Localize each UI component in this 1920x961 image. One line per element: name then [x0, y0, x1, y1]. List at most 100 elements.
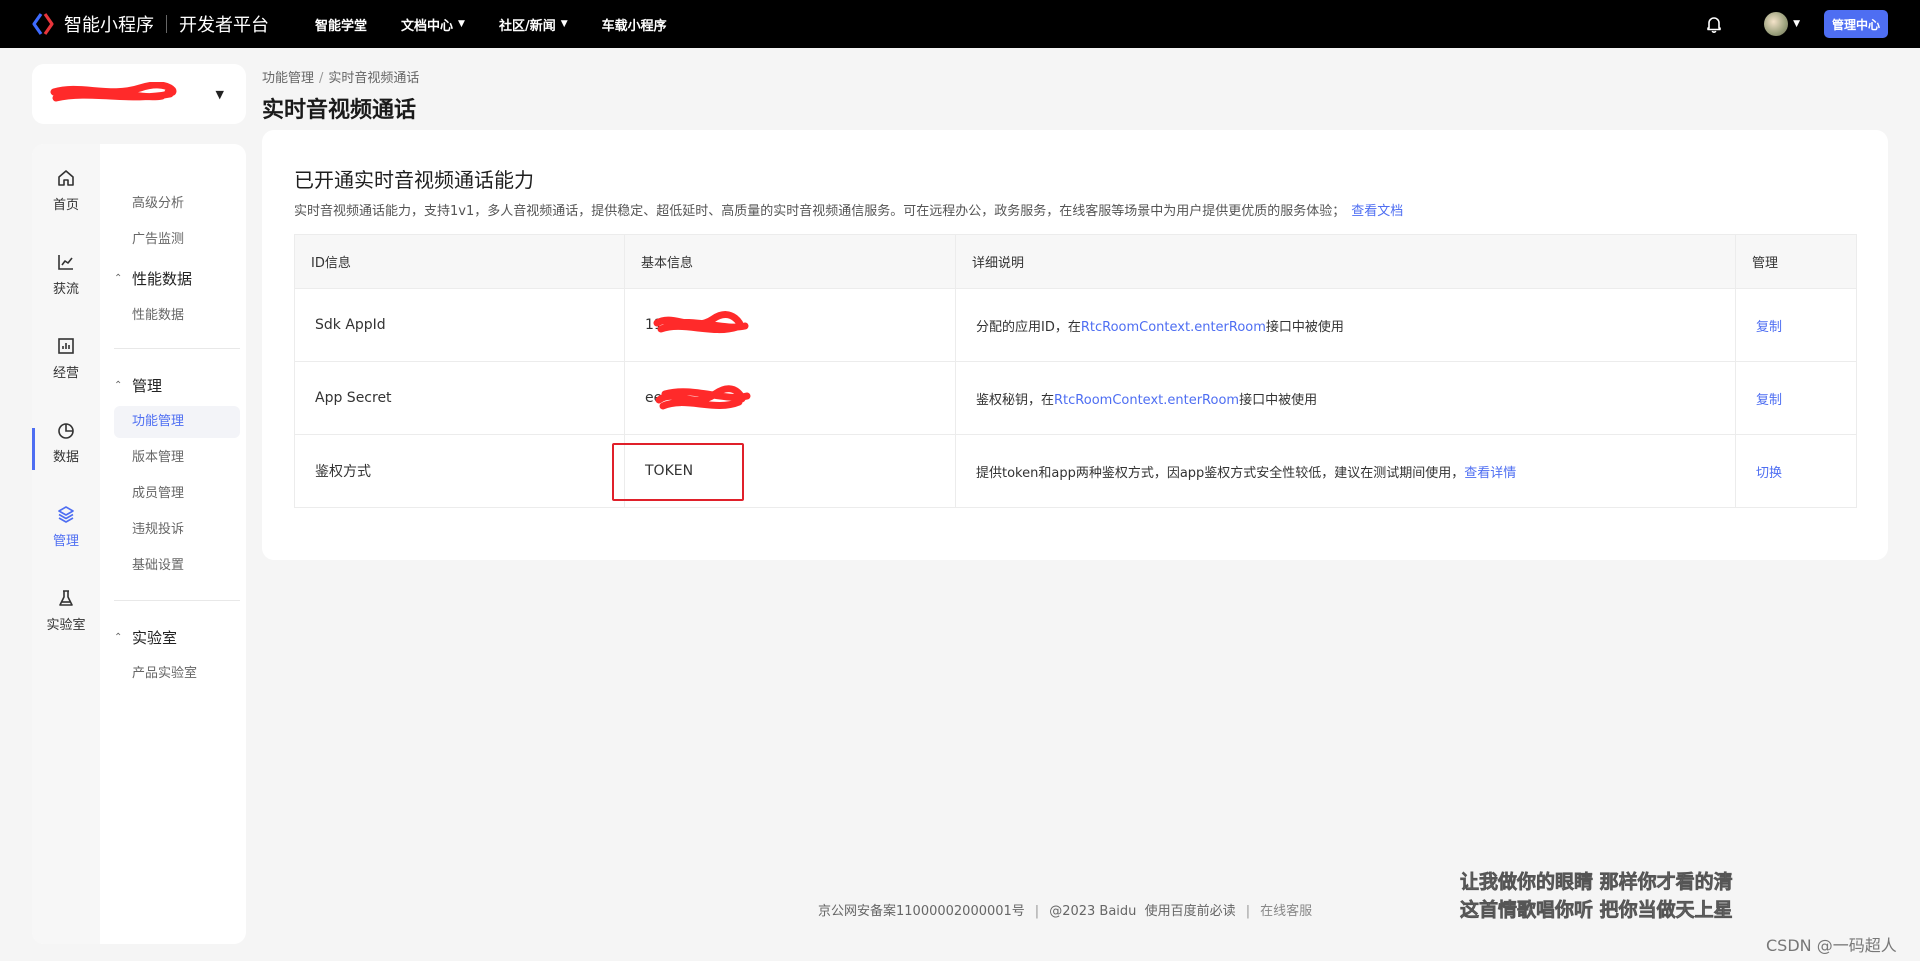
rail-item-data[interactable]: 数据	[32, 412, 100, 472]
card-title: 已开通实时音视频通话能力	[294, 168, 534, 192]
row-action-cell: 复制	[1735, 361, 1857, 435]
nav-item-car[interactable]: 车载小程序	[602, 15, 667, 34]
admin-center-button[interactable]: 管理中心	[1823, 10, 1888, 38]
sidebar-rail: 首页 获流 经营 数据 管理 实验室	[32, 144, 100, 944]
rail-label: 首页	[52, 198, 79, 213]
column-header: 管理	[1735, 234, 1857, 289]
breadcrumb: 功能管理 / 实时音视频通话	[262, 67, 419, 86]
chevron-up-icon: ⌃	[114, 632, 123, 643]
sidebar-item-performance-data[interactable]: 性能数据	[114, 300, 240, 332]
bell-icon[interactable]	[1704, 14, 1724, 34]
top-bar: 智能小程序 开发者平台 智能学堂 文档中心 ▼ 社区/新闻 ▼ 车载小程序 ▼ 管理…	[0, 0, 1920, 48]
footer-terms-link[interactable]: 使用百度前必读	[1145, 904, 1236, 919]
rail-item-business[interactable]: 经营	[32, 328, 100, 388]
divider	[114, 348, 240, 349]
footer-icp[interactable]: 京公网安备案11000002000001号	[818, 904, 1025, 919]
sidebar-item-member-manage[interactable]: 成员管理	[114, 478, 240, 510]
rail-label: 获流	[52, 282, 79, 297]
rail-item-traffic[interactable]: 获流	[32, 244, 100, 304]
app-selector[interactable]: ▼	[32, 64, 246, 124]
sidebar-item-basic-settings[interactable]: 基础设置	[114, 550, 240, 582]
sidebar-item-advanced-analysis[interactable]: 高级分析	[114, 188, 240, 220]
footer: 京公网安备案11000002000001号 | @2023 Baidu 使用百度前必…	[818, 900, 1312, 919]
row-name: Sdk AppId	[294, 288, 625, 362]
row-name: 鉴权方式	[294, 434, 625, 508]
api-link[interactable]: RtcRoomContext.enterRoom	[1054, 393, 1239, 408]
pie-chart-icon	[58, 423, 74, 439]
chevron-up-icon: ⌃	[114, 273, 123, 284]
nav-item-docs[interactable]: 文档中心 ▼	[401, 15, 465, 34]
table-row: App Secret ee 鉴权秘钥，在RtcRoomContext.enter…	[294, 361, 1857, 435]
csdn-watermark: CSDN @一码超人	[1766, 936, 1897, 955]
user-menu[interactable]: ▼	[1764, 12, 1800, 36]
lyrics-line: 让我做你的眼睛 那样你才看的清	[1460, 871, 1733, 894]
divider	[114, 600, 240, 601]
description-text: 实时音视频通话能力，支持1v1，多人音视频通话，提供稳定、超低延时、高质量的实时…	[294, 204, 1346, 219]
row-value-cell: 11	[624, 288, 956, 362]
sidebar-group-lab[interactable]: ⌃ 实验室	[114, 627, 177, 648]
rail-active-indicator	[32, 428, 35, 470]
rail-label: 管理	[52, 534, 79, 549]
sidebar: 首页 获流 经营 数据 管理 实验室 高级分析 广告监测 ⌃ 性能数据 性能数据…	[32, 144, 246, 944]
logo-name: 智能小程序	[64, 15, 154, 36]
column-header: 基本信息	[624, 234, 956, 289]
view-docs-link[interactable]: 查看文档	[1351, 204, 1403, 219]
api-link[interactable]: RtcRoomContext.enterRoom	[1081, 320, 1266, 335]
logo[interactable]: 智能小程序 开发者平台	[30, 11, 269, 37]
rail-item-home[interactable]: 首页	[32, 160, 100, 220]
group-label: 管理	[132, 377, 163, 395]
group-label: 实验室	[132, 629, 178, 647]
logo-subtitle: 开发者平台	[179, 15, 269, 36]
column-header: 详细说明	[955, 234, 1736, 289]
breadcrumb-separator: /	[319, 71, 324, 86]
breadcrumb-parent[interactable]: 功能管理	[262, 71, 314, 86]
row-value-cell: ee	[624, 361, 956, 435]
description-text: 提供token和app两种鉴权方式，因app鉴权方式安全性较低，建议在测试期间使…	[976, 465, 1465, 481]
rail-label: 实验室	[46, 618, 86, 633]
description-text: 鉴权秘钥，在	[976, 392, 1055, 408]
sidebar-item-version-manage[interactable]: 版本管理	[114, 442, 240, 474]
layers-icon	[58, 506, 74, 523]
table-header-row: ID信息 基本信息 详细说明 管理	[294, 234, 1857, 289]
rail-label: 经营	[52, 366, 79, 381]
sidebar-item-product-lab[interactable]: 产品实验室	[114, 658, 240, 690]
table-row: 鉴权方式 TOKEN 提供token和app两种鉴权方式，因app鉴权方式安全性…	[294, 434, 1857, 508]
table-row: Sdk AppId 11 分配的应用ID，在RtcRoomContext.ent…	[294, 288, 1857, 362]
column-header: ID信息	[294, 234, 625, 289]
chevron-down-icon: ▼	[458, 19, 465, 29]
rail-item-manage[interactable]: 管理	[32, 496, 100, 556]
row-action-cell: 复制	[1735, 288, 1857, 362]
lyrics-line: 这首情歌唱你听 把你当做天上星	[1460, 899, 1733, 922]
sidebar-group-manage[interactable]: ⌃ 管理	[114, 375, 162, 396]
copy-button[interactable]: 复制	[1756, 393, 1782, 408]
row-description: 提供token和app两种鉴权方式，因app鉴权方式安全性较低，建议在测试期间使…	[955, 434, 1736, 508]
breadcrumb-current: 实时音视频通话	[328, 71, 420, 86]
footer-separator: |	[1245, 904, 1251, 919]
sidebar-item-violation[interactable]: 违规投诉	[114, 514, 240, 546]
lyrics-overlay: 让我做你的眼睛 那样你才看的清 这首情歌唱你听 把你当做天上星	[1460, 868, 1733, 924]
info-table: ID信息 基本信息 详细说明 管理 Sdk AppId 11 分配的应用ID，在…	[294, 234, 1857, 508]
rail-item-lab[interactable]: 实验室	[32, 580, 100, 640]
rail-label: 数据	[52, 450, 79, 465]
nav-label: 社区/新闻	[498, 18, 556, 34]
logo-mark-icon	[32, 13, 54, 35]
top-nav: 智能学堂 文档中心 ▼ 社区/新闻 ▼ 车载小程序	[315, 15, 701, 34]
sidebar-item-function-manage[interactable]: 功能管理	[114, 406, 240, 438]
group-label: 性能数据	[132, 270, 193, 288]
row-name: App Secret	[294, 361, 625, 435]
copy-button[interactable]: 复制	[1756, 320, 1782, 335]
view-details-link[interactable]: 查看详情	[1464, 466, 1516, 481]
switch-button[interactable]: 切换	[1756, 466, 1782, 481]
nav-item-community[interactable]: 社区/新闻 ▼	[499, 15, 568, 34]
highlight-box	[612, 443, 744, 501]
footer-service-link[interactable]: 在线客服	[1260, 904, 1312, 919]
trend-icon	[58, 255, 73, 270]
page-title: 实时音视频通话	[262, 98, 417, 123]
sidebar-item-ad-monitor[interactable]: 广告监测	[114, 224, 240, 256]
row-description: 分配的应用ID，在RtcRoomContext.enterRoom接口中被使用	[955, 288, 1736, 362]
logo-divider	[166, 15, 167, 33]
sidebar-group-performance[interactable]: ⌃ 性能数据	[114, 268, 192, 289]
redacted-app-name	[50, 82, 177, 102]
caret-down-icon: ▼	[215, 88, 224, 101]
nav-item-academy[interactable]: 智能学堂	[315, 15, 367, 34]
